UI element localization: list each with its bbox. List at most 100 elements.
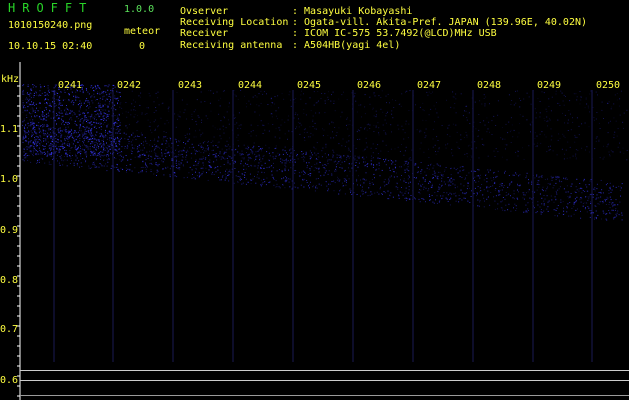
signal-dot bbox=[523, 192, 525, 194]
signal-dot bbox=[23, 105, 25, 107]
signal-dot bbox=[62, 121, 64, 123]
signal-dot bbox=[60, 135, 61, 137]
signal-dot bbox=[37, 153, 39, 155]
signal-dot bbox=[404, 171, 406, 173]
signal-dot bbox=[559, 105, 561, 106]
signal-dot bbox=[167, 108, 169, 110]
signal-dot bbox=[66, 137, 68, 139]
signal-dot bbox=[419, 193, 421, 195]
signal-dot bbox=[135, 109, 137, 111]
signal-dot bbox=[474, 176, 476, 178]
signal-dot bbox=[424, 179, 426, 181]
signal-dot bbox=[331, 173, 333, 174]
signal-dot bbox=[237, 98, 239, 100]
signal-dot bbox=[257, 167, 259, 169]
signal-dot bbox=[103, 120, 105, 121]
signal-dot bbox=[90, 116, 92, 118]
signal-dot bbox=[338, 193, 340, 195]
signal-dot bbox=[348, 149, 350, 151]
signal-dot bbox=[64, 110, 65, 112]
signal-dot bbox=[436, 195, 438, 197]
signal-dot bbox=[324, 153, 326, 155]
signal-dot bbox=[403, 154, 405, 156]
signal-dot bbox=[578, 125, 580, 127]
signal-dot bbox=[495, 125, 497, 126]
signal-dot bbox=[534, 191, 536, 193]
signal-dot bbox=[219, 156, 221, 158]
signal-dot bbox=[61, 118, 62, 120]
signal-dot bbox=[305, 151, 307, 153]
signal-dot bbox=[121, 146, 123, 148]
signal-dot bbox=[88, 165, 90, 167]
signal-dot bbox=[569, 113, 571, 115]
signal-dot bbox=[495, 176, 497, 178]
signal-dot bbox=[332, 154, 334, 156]
signal-dot bbox=[341, 167, 343, 169]
signal-dot bbox=[115, 129, 117, 131]
signal-dot bbox=[389, 170, 391, 171]
signal-dot bbox=[46, 120, 48, 122]
signal-dot bbox=[511, 100, 513, 101]
signal-dot bbox=[524, 194, 526, 196]
signal-dot bbox=[79, 150, 80, 152]
signal-dot bbox=[621, 214, 623, 216]
signal-dot bbox=[493, 182, 495, 184]
time-label-0249: 0249 bbox=[537, 80, 561, 91]
signal-dot bbox=[356, 194, 358, 195]
signal-dot bbox=[399, 191, 401, 193]
signal-dot bbox=[26, 148, 28, 150]
signal-dot bbox=[175, 139, 177, 141]
signal-dot bbox=[138, 95, 140, 97]
signal-dot bbox=[42, 116, 44, 117]
signal-dot bbox=[118, 140, 120, 142]
signal-dot bbox=[517, 151, 519, 152]
signal-dot bbox=[465, 192, 467, 194]
signal-dot bbox=[334, 182, 336, 184]
signal-dot bbox=[497, 170, 499, 172]
signal-dot bbox=[579, 198, 581, 200]
signal-dot bbox=[614, 209, 616, 211]
signal-dot bbox=[151, 159, 152, 161]
signal-dot bbox=[132, 99, 134, 101]
signal-dot bbox=[186, 133, 188, 135]
signal-dot bbox=[615, 186, 617, 188]
signal-dot bbox=[377, 122, 379, 124]
signal-dot bbox=[603, 212, 605, 214]
signal-dot bbox=[176, 156, 177, 158]
signal-dot bbox=[195, 121, 197, 122]
signal-dot bbox=[250, 131, 252, 133]
signal-dot bbox=[185, 143, 187, 145]
signal-dot bbox=[118, 170, 120, 171]
signal-dot bbox=[513, 129, 515, 131]
signal-dot bbox=[469, 202, 471, 203]
signal-dot bbox=[94, 141, 96, 143]
signal-dot bbox=[256, 176, 258, 178]
signal-dot bbox=[508, 94, 510, 96]
signal-dot bbox=[33, 123, 35, 125]
signal-dot bbox=[455, 124, 457, 126]
signal-dot bbox=[555, 182, 557, 184]
signal-dot bbox=[120, 167, 122, 169]
signal-dot bbox=[297, 158, 299, 160]
signal-dot bbox=[84, 115, 86, 117]
signal-dot bbox=[116, 146, 118, 148]
signal-dot bbox=[114, 157, 115, 159]
signal-dot bbox=[465, 177, 466, 179]
signal-dot bbox=[360, 179, 361, 181]
signal-dot bbox=[65, 152, 66, 154]
signal-dot bbox=[460, 183, 462, 185]
signal-dot bbox=[603, 156, 605, 158]
signal-dot bbox=[366, 146, 368, 148]
signal-dot bbox=[174, 175, 176, 177]
signal-dot bbox=[612, 206, 614, 208]
signal-dot bbox=[26, 155, 28, 156]
signal-dot bbox=[132, 147, 133, 149]
signal-dot bbox=[48, 91, 50, 93]
signal-dot bbox=[369, 128, 371, 129]
signal-dot bbox=[28, 100, 30, 102]
signal-dot bbox=[621, 183, 623, 185]
signal-dot bbox=[43, 118, 45, 120]
signal-dot bbox=[106, 136, 108, 138]
signal-dot bbox=[581, 147, 583, 149]
signal-dot bbox=[278, 127, 280, 129]
